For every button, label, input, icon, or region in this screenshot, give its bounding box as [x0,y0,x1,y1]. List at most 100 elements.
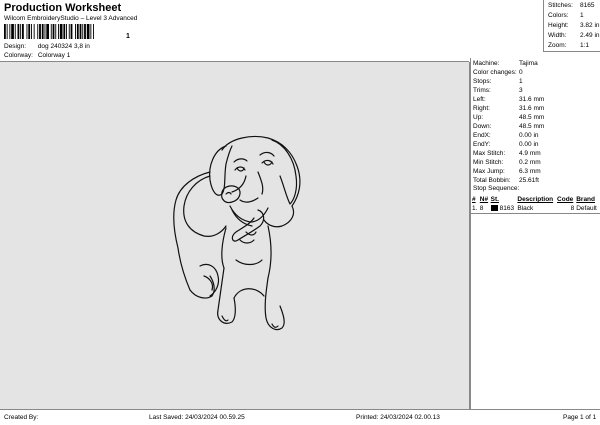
colorway-label: Colorway: [4,52,33,59]
info-value: 31.6 mm [519,96,545,103]
barcode-bar [52,24,55,39]
barcode-bar [70,24,73,39]
colorway-value: Colorway 1 [37,52,71,59]
info-value: Tajima [519,60,538,67]
row-stitches: 8163 [499,205,515,212]
barcode-bar [46,24,49,39]
barcode-bar [4,24,6,39]
info-row: Left: 31.6 mm [473,95,544,104]
design-row: Design: dog 240324 3,8 in [4,42,90,51]
info-row: Machine: Tajima [473,59,538,68]
stat-label: Width: [548,32,567,39]
stat-value: 8165 [580,2,595,9]
info-row: EndY: 0.00 in [473,140,539,149]
barcode-bar [76,24,79,39]
footer-last-saved: Last Saved: 24/03/2024 00.59.25 [149,414,245,421]
info-label: Up: [473,114,484,121]
barcode-bar [93,24,94,39]
barcode-bar [17,24,20,39]
stop-sequence-divider [471,213,600,214]
info-row: Stops: 1 [473,77,523,86]
info-value: 25.61ft [519,177,539,184]
barcode-bar [20,24,22,39]
barcode-bar [6,24,8,39]
info-value: 0 [519,69,523,76]
info-label: Left: [473,96,486,103]
colorway-row: Colorway: Colorway 1 [4,51,90,60]
row-description: Black [517,205,534,212]
info-row: Up: 48.5 mm [473,113,544,122]
info-label: Max Stitch: [473,150,506,157]
info-label: EndY: [473,141,491,148]
info-row: Color changes: 0 [473,68,523,77]
page-title: Production Worksheet [4,2,122,14]
col-code: Code [557,196,574,203]
info-row: Min Stitch: 0.2 mm [473,158,541,167]
info-value: 1 [519,78,523,85]
stat-value: 3.82 in [580,22,600,29]
info-value: 3 [519,87,523,94]
footer-page-number: Page 1 of 1 [563,414,597,421]
barcode-bar [58,24,59,39]
info-label: Max Jump: [473,168,505,175]
barcode-bar [86,24,90,39]
col-brand: Brand [576,196,595,203]
info-row: Total Bobbin: 25.61ft [473,176,539,185]
barcode-bar [50,24,52,39]
row-stitches-cell: 8163 [490,204,517,213]
stat-value: 1 [580,12,584,19]
barcode-bar [79,24,82,39]
col-description: Description [517,196,554,203]
barcode-bar [44,24,46,39]
stat-label: Zoom: [548,42,567,49]
barcode-bar [68,24,70,39]
info-label: Right: [473,105,490,112]
stat-label: Height: [548,22,569,29]
info-row: Max Stitch: 4.9 mm [473,149,541,158]
dog-embroidery-drawing [173,135,301,331]
info-row: EndX: 0.00 in [473,131,539,140]
stop-table-header: # N# St. Description Code Brand [471,195,599,204]
barcode-bar [55,24,57,39]
stats-box: Stitches: 8165 Colors: 1 Height: 3.82 in Wi… [543,0,600,52]
info-value: 48.5 mm [519,114,545,121]
info-value: 0.00 in [519,132,539,139]
stat-label: Stitches: [548,2,573,9]
machine-info-panel: Machine: Tajima Color changes: 0 Stops: 1 T… [470,58,600,409]
info-value: 31.6 mm [519,105,545,112]
row-code: 8 [570,205,575,212]
barcode-bar [84,24,86,39]
stat-zoom: Zoom: 1:1 [548,41,589,51]
info-label: Trims: [473,87,491,94]
info-label: Min Stitch: [473,159,504,166]
design-label: Design: [4,43,27,50]
info-label: Stops: [473,78,492,85]
barcode [4,24,94,39]
color-swatch [490,205,498,212]
row-brand: Default [576,205,597,212]
info-row: Max Jump: 6.3 mm [473,167,541,176]
design-preview [0,62,470,409]
info-label: EndX: [473,132,491,139]
barcode-bar [82,24,84,39]
col-needle: N# [479,196,489,203]
barcode-bar [11,24,14,39]
barcode-bar [75,24,76,39]
stat-stitches: Stitches: 8165 [548,1,594,11]
row-needle: 8 [479,205,484,212]
barcode-bar [9,24,11,39]
footer-created-by: Created By: [4,414,39,421]
info-row: Down: 48.5 mm [473,122,544,131]
barcode-bar [59,24,63,39]
info-value: 0.00 in [519,141,539,148]
stat-label: Colors: [548,12,569,19]
barcode-bar [28,24,31,39]
barcode-bar [41,24,44,39]
row-number: 1. [472,205,478,212]
stat-height: Height: 3.82 in [548,21,600,31]
barcode-bar [66,24,67,39]
stop-sequence-table: # N# St. Description Code Brand 1. 8 816… [471,195,599,213]
barcode-bar [37,24,39,39]
info-value: 0.2 mm [519,159,541,166]
info-row: Right: 31.6 mm [473,104,544,113]
